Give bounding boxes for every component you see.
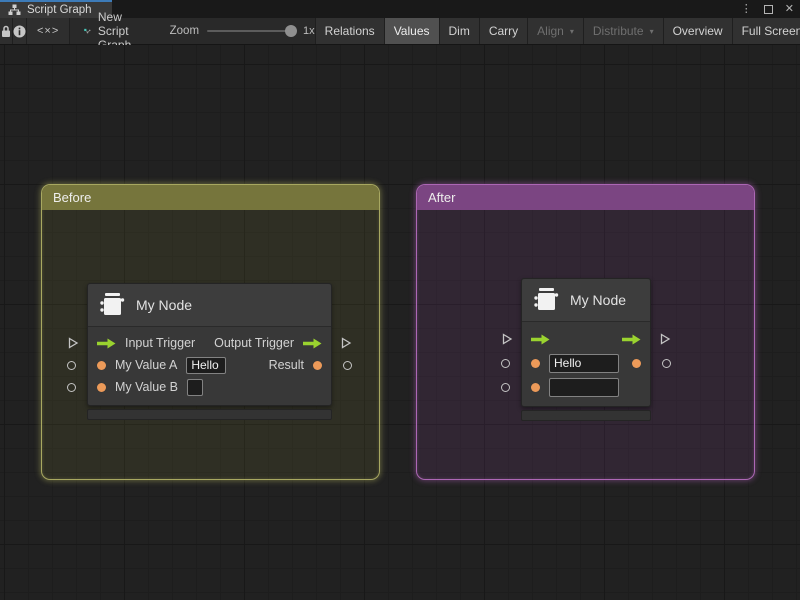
value-b-input[interactable]: [549, 378, 619, 397]
node-before-header[interactable]: My Node: [88, 284, 331, 327]
close-icon[interactable]: ✕: [785, 4, 794, 15]
value-a-port[interactable]: [501, 359, 510, 368]
flow-arrow-icon: [622, 334, 641, 345]
carry-button[interactable]: Carry: [479, 18, 527, 44]
result-port[interactable]: [343, 361, 352, 370]
value-b-row: [522, 375, 650, 399]
graph-icon: [84, 25, 91, 38]
info-icon: [13, 25, 26, 38]
graph-toolbar: <×> New Script Graph Zoom 1x Relations V…: [0, 18, 800, 45]
values-button[interactable]: Values: [384, 18, 439, 44]
value-a-port[interactable]: [67, 361, 76, 370]
port-label: My Value A: [115, 358, 177, 372]
value-b-row: My Value B: [88, 376, 331, 398]
trigger-port-icon: [340, 337, 352, 349]
align-label: Align: [537, 24, 564, 38]
input-trigger-port[interactable]: [67, 337, 79, 349]
input-trigger-port[interactable]: [501, 333, 513, 345]
value-port-icon: [531, 359, 540, 368]
window-controls: ⋮ ✕: [741, 0, 794, 18]
node-title: My Node: [570, 292, 626, 308]
node-before[interactable]: My Node Input Trigger: [87, 283, 332, 420]
maximize-icon[interactable]: [764, 5, 773, 14]
trigger-row: Input Trigger Output Trigger: [88, 332, 331, 354]
relations-button[interactable]: Relations: [315, 18, 384, 44]
tab-script-graph[interactable]: Script Graph: [0, 0, 112, 18]
hierarchy-icon: [8, 4, 21, 16]
value-b-port[interactable]: [501, 383, 510, 392]
dim-button[interactable]: Dim: [439, 18, 479, 44]
distribute-label: Distribute: [593, 24, 644, 38]
node-after-header[interactable]: My Node: [522, 279, 650, 322]
lock-button[interactable]: [0, 18, 13, 44]
zoom-label: Zoom: [170, 25, 199, 37]
node-icon: [99, 291, 126, 319]
port-label: Input Trigger: [125, 336, 195, 350]
node-icon: [533, 286, 560, 314]
output-trigger-port[interactable]: [340, 337, 352, 349]
output-trigger-port[interactable]: [659, 333, 671, 345]
zoom-slider-handle[interactable]: [285, 25, 297, 37]
graph-title-button[interactable]: New Script Graph: [70, 18, 153, 44]
align-dropdown[interactable]: Align ▾: [527, 18, 583, 44]
node-before-body: Input Trigger Output Trigger: [88, 327, 331, 405]
group-after-title: After: [428, 190, 455, 205]
value-a-row: [522, 351, 650, 375]
trigger-port-icon: [501, 333, 513, 345]
chevron-down-icon: ▾: [650, 27, 654, 36]
value-a-input[interactable]: [186, 357, 226, 374]
port-label: My Value B: [115, 380, 178, 394]
flow-arrow-icon: [303, 338, 322, 349]
trigger-port-icon: [67, 337, 79, 349]
value-port-icon: [97, 383, 106, 392]
value-port-icon: [313, 361, 322, 370]
result-port[interactable]: [662, 359, 671, 368]
value-port-icon: [632, 359, 641, 368]
node-after-body: [522, 322, 650, 406]
trigger-row: [522, 327, 650, 351]
chevron-down-icon: ▾: [570, 27, 574, 36]
value-b-port[interactable]: [67, 383, 76, 392]
value-a-row: My Value A Result: [88, 354, 331, 376]
node-after[interactable]: My Node: [521, 278, 651, 421]
fullscreen-button[interactable]: Full Screen: [732, 18, 800, 44]
tab-title: Script Graph: [27, 4, 92, 16]
port-label: Output Trigger: [214, 336, 294, 350]
value-a-input[interactable]: [549, 354, 619, 373]
group-after-header[interactable]: After: [417, 185, 754, 210]
node-footer[interactable]: [87, 409, 332, 420]
flow-arrow-icon: [97, 338, 116, 349]
graph-canvas[interactable]: Before After My Node: [0, 45, 800, 600]
node-footer[interactable]: [521, 410, 651, 421]
zoom-control: Zoom 1x: [170, 18, 315, 44]
code-preview-button[interactable]: <×>: [27, 18, 70, 44]
lock-icon: [0, 25, 12, 38]
script-graph-window: Script Graph ⋮ ✕ <×>: [0, 0, 800, 600]
flow-arrow-icon: [531, 334, 550, 345]
port-label: Result: [269, 358, 304, 372]
group-before-title: Before: [53, 190, 91, 205]
trigger-port-icon: [659, 333, 671, 345]
group-before-header[interactable]: Before: [42, 185, 379, 210]
overview-button[interactable]: Overview: [663, 18, 732, 44]
zoom-slider[interactable]: [207, 30, 295, 32]
panel-menu-icon[interactable]: ⋮: [741, 4, 752, 15]
distribute-dropdown[interactable]: Distribute ▾: [583, 18, 663, 44]
node-title: My Node: [136, 297, 192, 313]
zoom-value: 1x: [303, 25, 315, 37]
value-port-icon: [97, 361, 106, 370]
info-button[interactable]: [13, 18, 27, 44]
value-b-input[interactable]: [187, 379, 203, 396]
value-port-icon: [531, 383, 540, 392]
